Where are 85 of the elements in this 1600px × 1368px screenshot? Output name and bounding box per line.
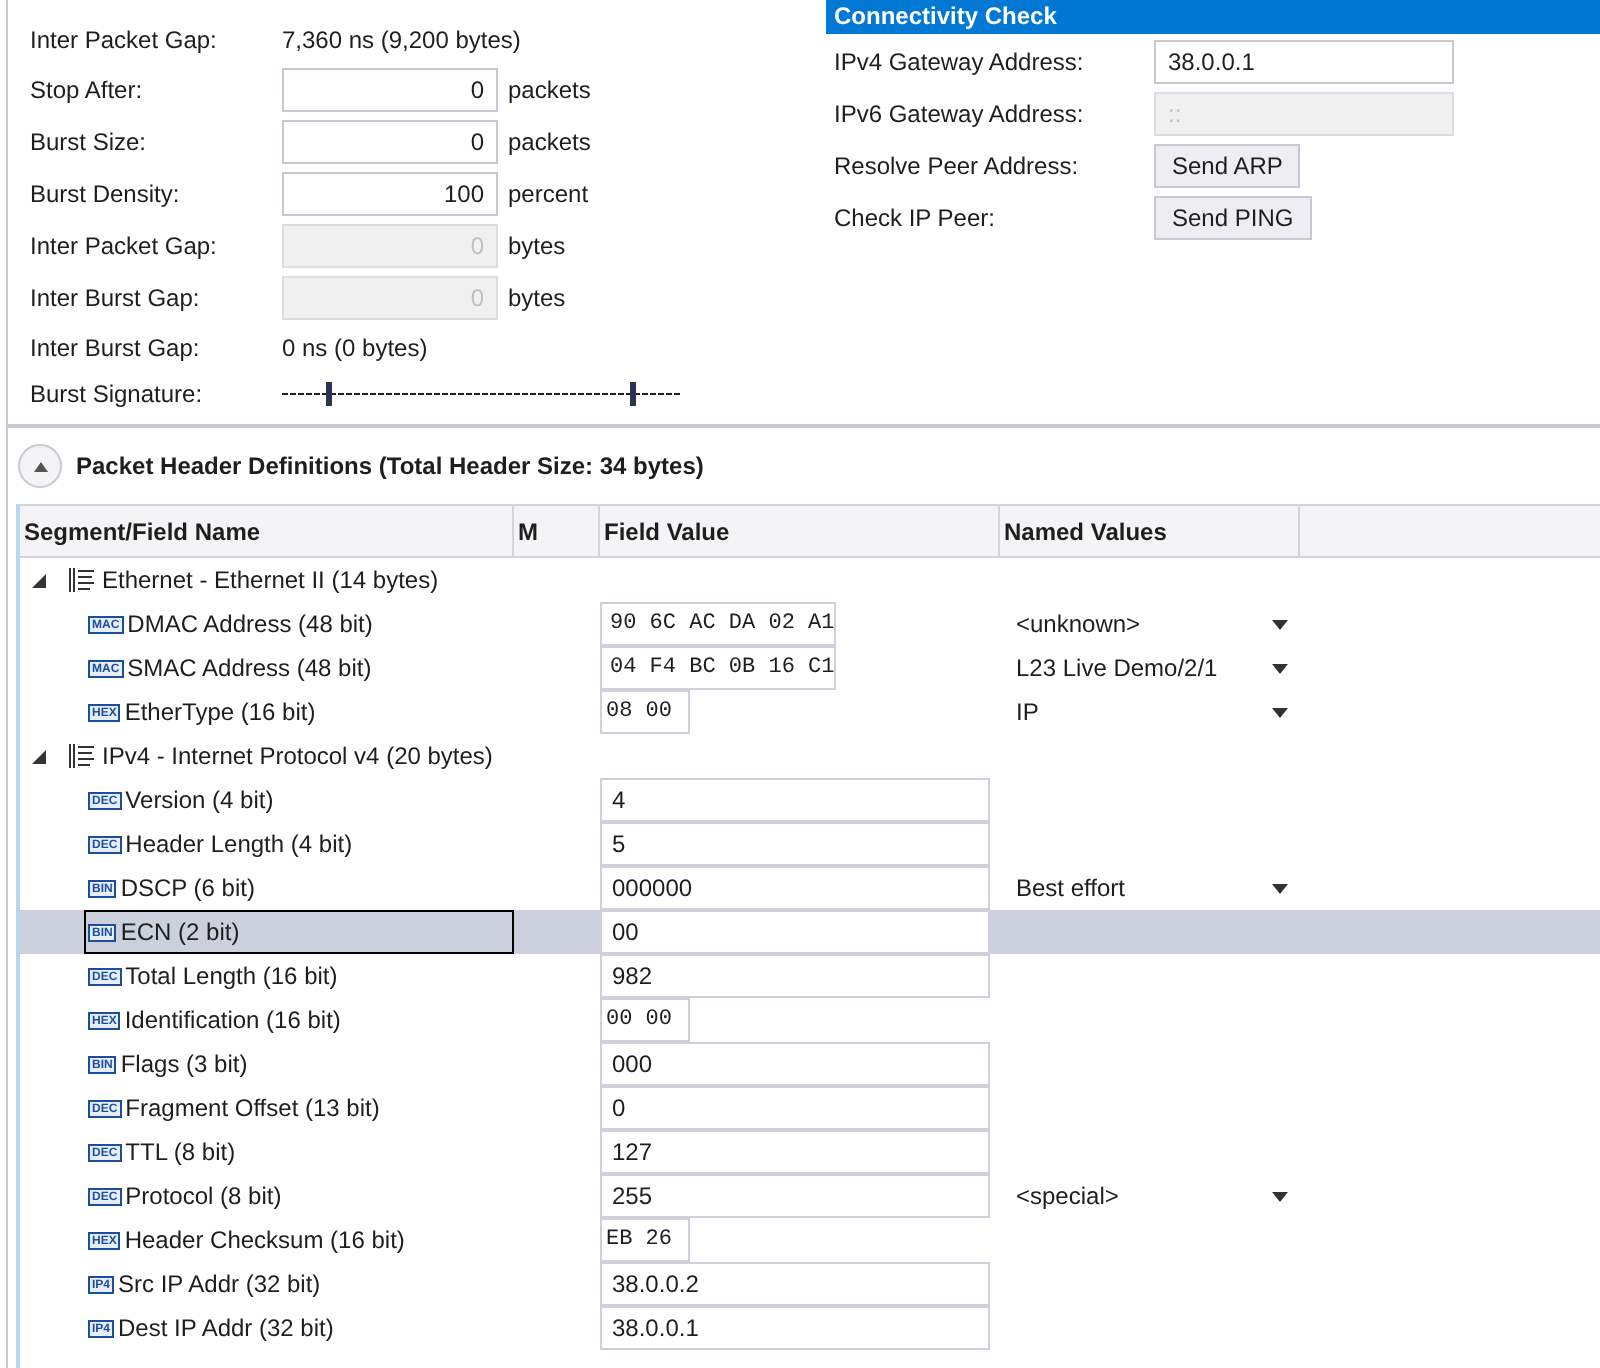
field-label: Burst Density: xyxy=(30,178,182,212)
value-field[interactable]: 982 xyxy=(600,954,990,998)
collapse-arrow-icon xyxy=(33,461,47,471)
value-field[interactable]: 04 F4 BC 0B 16 C1 xyxy=(600,646,836,690)
field-label: Inter Burst Gap: xyxy=(30,332,202,366)
unit-label: bytes xyxy=(508,230,566,264)
unit-label: percent xyxy=(508,178,589,212)
column-header[interactable]: M xyxy=(514,506,600,556)
value-text: 0 ns (0 bytes) xyxy=(282,332,428,366)
field-name[interactable]: DMAC Address (48 bit) xyxy=(127,606,373,642)
expander-icon[interactable] xyxy=(32,573,46,587)
unit-label: packets xyxy=(508,74,591,108)
value-field[interactable]: 000000 xyxy=(600,866,990,910)
field-name[interactable]: Protocol (8 bit) xyxy=(125,1178,282,1214)
field-name[interactable]: TTL (8 bit) xyxy=(125,1134,236,1170)
dropdown-caret-icon xyxy=(1272,883,1288,893)
value-field[interactable]: 4 xyxy=(600,778,990,822)
field-name[interactable]: Flags (3 bit) xyxy=(120,1046,248,1082)
dropdown-caret-icon xyxy=(1272,707,1288,717)
field-name[interactable]: DSCP (6 bit) xyxy=(120,870,255,906)
number-field[interactable]: 0 xyxy=(282,68,498,112)
segment-name[interactable]: Ethernet - Ethernet II (14 bytes) xyxy=(102,562,439,598)
column-header[interactable]: Segment/Field Name xyxy=(20,506,514,556)
field-name[interactable]: Dest IP Addr (32 bit) xyxy=(118,1310,334,1346)
number-field[interactable]: 100 xyxy=(282,172,498,216)
field-name[interactable]: Header Checksum (16 bit) xyxy=(124,1222,405,1258)
dropdown-value: Best effort xyxy=(1016,872,1125,906)
section-title: Packet Header Definitions (Total Header Size: 34 bytes) xyxy=(76,450,704,484)
field-label: Inter Burst Gap: xyxy=(30,282,202,316)
column-header[interactable]: Named Values xyxy=(1000,506,1300,556)
field-label: Resolve Peer Address: xyxy=(834,150,1081,184)
value-field[interactable]: 00 xyxy=(600,910,990,954)
value-field[interactable]: EB 26 xyxy=(600,1218,690,1262)
value-text: 7,360 ns (9,200 bytes) xyxy=(282,24,521,58)
value-field[interactable]: 255 xyxy=(600,1174,990,1218)
field-label: Stop After: xyxy=(30,74,145,108)
field-label: Check IP Peer: xyxy=(834,202,997,236)
list-icon xyxy=(68,568,94,592)
dropdown-value: <unknown> xyxy=(1016,608,1141,642)
field-label: IPv6 Gateway Address: xyxy=(834,98,1086,132)
field-name[interactable]: EtherType (16 bit) xyxy=(124,694,316,730)
dropdown-caret-icon xyxy=(1272,619,1288,629)
value-field[interactable]: 08 00 xyxy=(600,690,690,734)
field-label: Burst Signature: xyxy=(30,378,205,412)
expander-icon[interactable] xyxy=(32,749,46,763)
field-name[interactable]: Fragment Offset (13 bit) xyxy=(125,1090,380,1126)
field-name[interactable]: Total Length (16 bit) xyxy=(125,958,338,994)
field-label: Inter Packet Gap: xyxy=(30,230,219,264)
send-button[interactable]: Send PING xyxy=(1154,196,1312,240)
value-field[interactable]: 127 xyxy=(600,1130,990,1174)
field-label: IPv4 Gateway Address: xyxy=(834,46,1086,80)
field-label: Inter Packet Gap: xyxy=(30,24,219,58)
field-name[interactable]: Src IP Addr (32 bit) xyxy=(118,1266,321,1302)
named-value-dropdown[interactable]: L23 Live Demo/2/1 xyxy=(1016,650,1288,686)
list-icon xyxy=(68,744,94,768)
number-field[interactable]: 0 xyxy=(282,120,498,164)
dropdown-value: <special> xyxy=(1016,1180,1119,1214)
dropdown-caret-icon xyxy=(1272,663,1288,673)
named-value-dropdown[interactable]: <unknown> xyxy=(1016,606,1288,642)
send-button[interactable]: Send ARP xyxy=(1154,144,1301,188)
address-field[interactable]: 38.0.0.1 xyxy=(1154,40,1454,84)
column-header[interactable]: Field Value xyxy=(600,506,1000,556)
field-label: Burst Size: xyxy=(30,126,149,160)
unit-label: packets xyxy=(508,126,591,160)
collapse-button[interactable] xyxy=(18,444,62,488)
named-value-dropdown[interactable]: Best effort xyxy=(1016,870,1288,906)
dropdown-caret-icon xyxy=(1272,1191,1288,1201)
value-field[interactable]: 38.0.0.2 xyxy=(600,1262,990,1306)
value-field[interactable]: 00 00 xyxy=(600,998,690,1042)
unit-label: bytes xyxy=(508,282,566,316)
value-field[interactable]: 90 6C AC DA 02 A1 xyxy=(600,602,836,646)
value-field[interactable]: 38.0.0.1 xyxy=(600,1306,990,1350)
value-field[interactable]: 000 xyxy=(600,1042,990,1086)
named-value-dropdown[interactable]: <special> xyxy=(1016,1178,1288,1214)
panel-header: Connectivity Check xyxy=(826,0,1600,34)
field-name[interactable]: SMAC Address (48 bit) xyxy=(127,650,372,686)
field-name[interactable]: Header Length (4 bit) xyxy=(125,826,353,862)
named-value-dropdown[interactable]: IP xyxy=(1016,694,1288,730)
dropdown-value: IP xyxy=(1016,696,1039,730)
field-name[interactable]: Version (4 bit) xyxy=(125,782,274,818)
segment-name[interactable]: IPv4 - Internet Protocol v4 (20 bytes) xyxy=(102,738,493,774)
value-field[interactable]: 0 xyxy=(600,1086,990,1130)
field-name[interactable]: Identification (16 bit) xyxy=(124,1002,341,1038)
dropdown-value: L23 Live Demo/2/1 xyxy=(1016,652,1218,686)
value-field[interactable]: 5 xyxy=(600,822,990,866)
